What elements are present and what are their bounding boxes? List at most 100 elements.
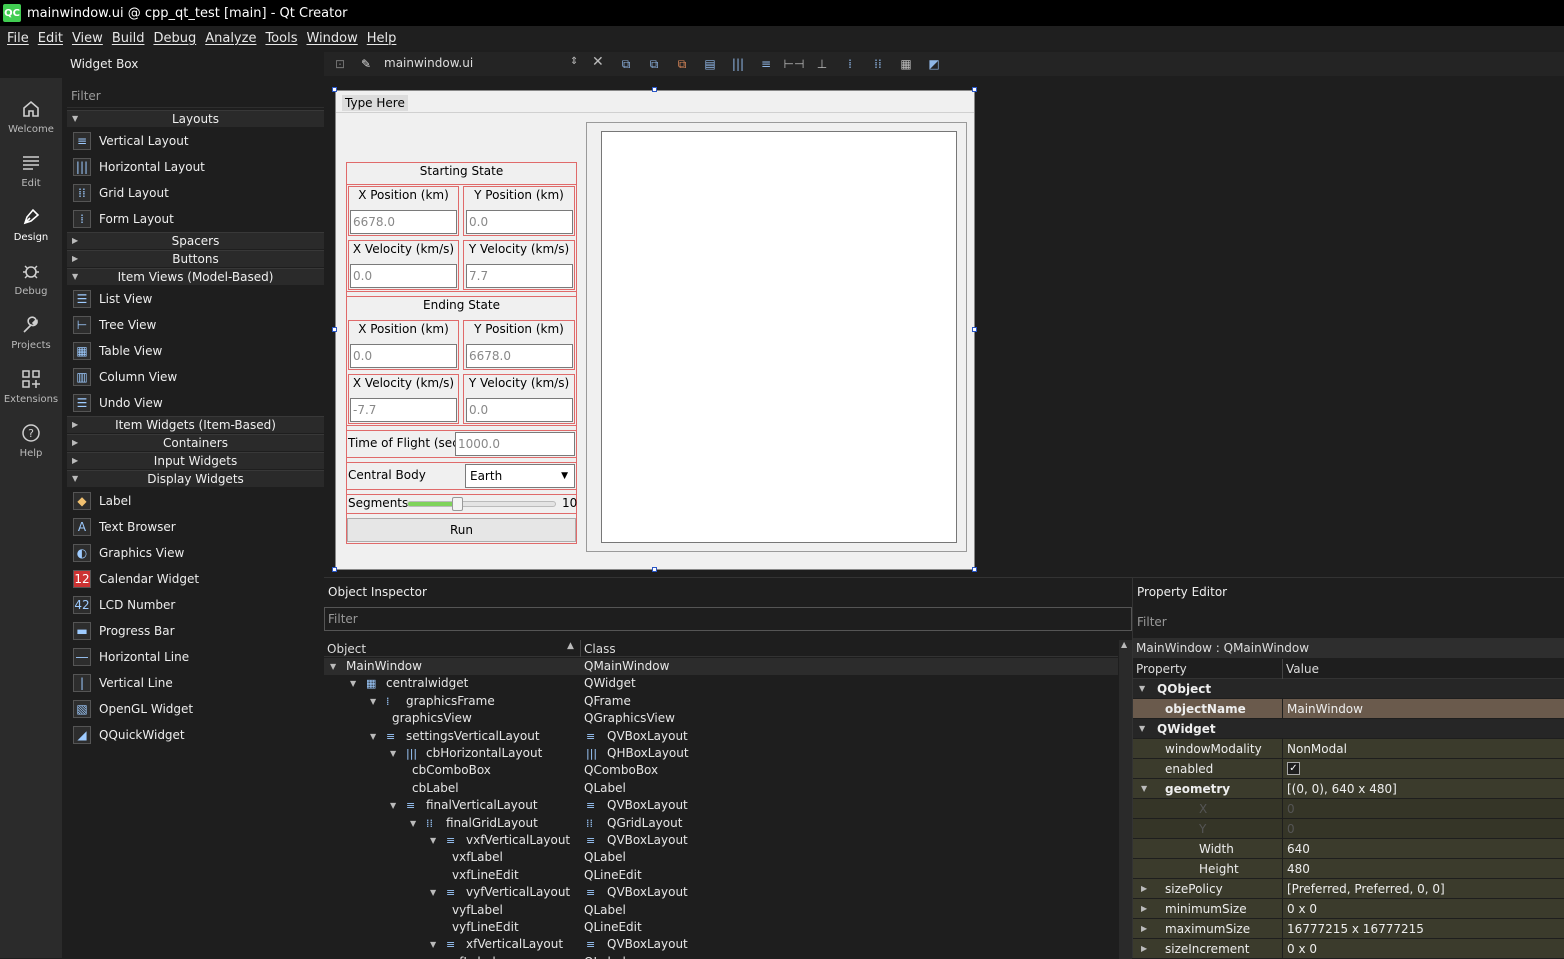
scroll-up-icon[interactable]: ▲ — [1121, 640, 1127, 649]
adjust-size-icon[interactable]: ◩ — [926, 56, 942, 72]
close-document-icon[interactable]: ✕ — [592, 54, 604, 70]
layout-vertical-icon[interactable]: ≡ — [758, 56, 774, 72]
object-tree-row[interactable]: ▼ ≡ vyfVerticalLayout ≡ QVBoxLayout — [324, 884, 1118, 901]
property-value[interactable]: [Preferred, Preferred, 0, 0] — [1287, 879, 1445, 899]
start-y-vel-input[interactable]: 7.7 — [466, 264, 573, 288]
menu-view[interactable]: View — [68, 31, 107, 46]
property-row[interactable]: Y0 — [1133, 819, 1564, 839]
widget-calendar[interactable]: 12 Calendar Widget — [67, 566, 324, 592]
widget-undo-view[interactable]: ☰ Undo View — [67, 390, 324, 416]
category-spacers[interactable]: ▶ Spacers — [67, 232, 324, 249]
chevron-down-icon[interactable]: ▼ — [1141, 779, 1147, 799]
category-display-widgets[interactable]: ▼ Display Widgets — [67, 470, 324, 487]
object-tree-row[interactable]: xfLabel QLabel — [324, 954, 1118, 959]
resize-handle[interactable] — [652, 567, 657, 572]
property-row[interactable]: enabled ✓ — [1133, 759, 1564, 779]
edit-tab-order-icon[interactable]: ▤ — [702, 56, 718, 72]
chevron-right-icon[interactable]: ▶ — [1141, 939, 1147, 959]
chevron-down-icon[interactable]: ▼ — [410, 815, 416, 832]
layout-horizontal-icon[interactable]: ||| — [730, 56, 746, 72]
category-layouts[interactable]: ▼ Layouts — [67, 110, 324, 127]
property-value[interactable]: 0 x 0 — [1287, 939, 1317, 959]
property-value[interactable]: MainWindow — [1287, 699, 1363, 719]
widget-table-view[interactable]: ▦ Table View — [67, 338, 324, 364]
column-header-object[interactable]: Object — [327, 642, 366, 656]
object-tree-row[interactable]: graphicsView QGraphicsView — [324, 710, 1118, 727]
object-tree-scrollbar[interactable]: ▲ — [1119, 640, 1132, 959]
lock-icon[interactable]: ⊡ — [332, 56, 348, 72]
start-y-pos-input[interactable]: 0.0 — [466, 210, 573, 234]
mode-edit[interactable]: Edit — [0, 142, 62, 196]
widget-column-view[interactable]: ▥ Column View — [67, 364, 324, 390]
break-layout-icon[interactable]: ▦ — [898, 56, 914, 72]
resize-handle[interactable] — [332, 327, 337, 332]
chevron-down-icon[interactable]: ▼ — [1139, 679, 1145, 699]
chevron-down-icon[interactable]: ▼ — [390, 797, 396, 814]
chevron-down-icon[interactable]: ▼ — [430, 936, 436, 953]
chevron-down-icon[interactable]: ▼ — [370, 728, 376, 745]
object-tree-row[interactable]: ▼ ▦ centralwidget QWidget — [324, 675, 1118, 692]
property-value[interactable]: 0 x 0 — [1287, 899, 1317, 919]
chevron-down-icon[interactable]: ▼ — [370, 693, 376, 710]
object-inspector-filter-input[interactable]: Filter — [324, 607, 1132, 631]
widget-horizontal-layout[interactable]: ||| Horizontal Layout — [67, 154, 324, 180]
mode-debug[interactable]: Debug — [0, 250, 62, 304]
segments-slider-handle[interactable] — [452, 497, 463, 511]
menu-debug[interactable]: Debug — [149, 31, 200, 46]
widget-graphics-view[interactable]: ◐ Graphics View — [67, 540, 324, 566]
menu-window[interactable]: Window — [302, 31, 361, 46]
mode-help[interactable]: ? Help — [0, 412, 62, 466]
property-value[interactable]: 16777215 x 16777215 — [1287, 919, 1424, 939]
category-item-views[interactable]: ▼ Item Views (Model-Based) — [67, 268, 324, 285]
object-tree-row[interactable]: vyfLineEdit QLineEdit — [324, 919, 1118, 936]
widget-qquickwidget[interactable]: ◢ QQuickWidget — [67, 722, 324, 748]
edit-widgets-icon[interactable]: ⧉ — [618, 56, 634, 72]
widget-vertical-line[interactable]: | Vertical Line — [67, 670, 324, 696]
column-header-class[interactable]: Class — [584, 642, 616, 656]
tof-input[interactable]: 1000.0 — [455, 432, 575, 456]
menu-tools[interactable]: Tools — [261, 31, 301, 46]
property-value[interactable]: 640 — [1287, 839, 1310, 859]
chevron-right-icon[interactable]: ▶ — [1141, 919, 1147, 939]
resize-handle[interactable] — [972, 87, 977, 92]
end-x-pos-input[interactable]: 0.0 — [350, 344, 457, 368]
segments-slider[interactable] — [407, 497, 556, 511]
widget-tree-view[interactable]: ⊢ Tree View — [67, 312, 324, 338]
object-tree-row[interactable]: cbLabel QLabel — [324, 780, 1118, 797]
property-row[interactable]: ▼ geometry [(0, 0), 640 x 480] — [1133, 779, 1564, 799]
widget-lcd-number[interactable]: 42 LCD Number — [67, 592, 324, 618]
property-value[interactable]: 0 — [1287, 819, 1295, 839]
property-row[interactable]: ▶ sizePolicy [Preferred, Preferred, 0, 0] — [1133, 879, 1564, 899]
property-row[interactable]: Height 480 — [1133, 859, 1564, 879]
property-filter-input[interactable]: Filter — [1133, 610, 1564, 634]
category-containers[interactable]: ▶ Containers — [67, 434, 324, 451]
column-header-property[interactable]: Property — [1136, 662, 1187, 676]
menu-help[interactable]: Help — [363, 31, 401, 46]
menu-build[interactable]: Build — [108, 31, 149, 46]
property-row[interactable]: Width 640 — [1133, 839, 1564, 859]
resize-handle[interactable] — [972, 327, 977, 332]
layout-grid-icon[interactable]: ⁞⁞ — [870, 56, 886, 72]
property-value[interactable]: 0 — [1287, 799, 1295, 819]
splitter-horizontal-icon[interactable]: ⊢⊣ — [784, 56, 805, 72]
central-body-combobox[interactable]: Earth ▼ — [465, 464, 575, 488]
object-tree-row[interactable]: ▼ ≡ finalVerticalLayout ≡ QVBoxLayout — [324, 797, 1118, 814]
object-tree-row[interactable]: ▼ ≡ xfVerticalLayout ≡ QVBoxLayout — [324, 936, 1118, 953]
property-row[interactable]: ▶ maximumSize 16777215 x 16777215 — [1133, 919, 1564, 939]
chevron-right-icon[interactable]: ▶ — [1141, 899, 1147, 919]
property-row[interactable]: ▶ minimumSize 0 x 0 — [1133, 899, 1564, 919]
chevron-down-icon[interactable]: ▼ — [390, 745, 396, 762]
object-tree-row[interactable]: ▼ ⁞⁞ finalGridLayout ⁞⁞ QGridLayout — [324, 815, 1118, 832]
object-tree-row[interactable]: ▼ ||| cbHorizontalLayout ||| QHBoxLayout — [324, 745, 1118, 762]
menu-analyze[interactable]: Analyze — [201, 31, 260, 46]
resize-handle[interactable] — [972, 567, 977, 572]
widget-grid-layout[interactable]: ⁞⁞ Grid Layout — [67, 180, 324, 206]
menu-edit[interactable]: Edit — [34, 31, 67, 46]
run-button[interactable]: Run — [347, 518, 576, 542]
open-file-name[interactable]: mainwindow.ui — [384, 56, 473, 70]
property-row[interactable]: ▼ QWidget — [1133, 719, 1564, 739]
category-buttons[interactable]: ▶ Buttons — [67, 250, 324, 267]
graphics-view[interactable] — [601, 131, 957, 543]
widget-label-item[interactable]: ◆ Label — [67, 488, 324, 514]
layout-form-icon[interactable]: ⁞ — [842, 56, 858, 72]
